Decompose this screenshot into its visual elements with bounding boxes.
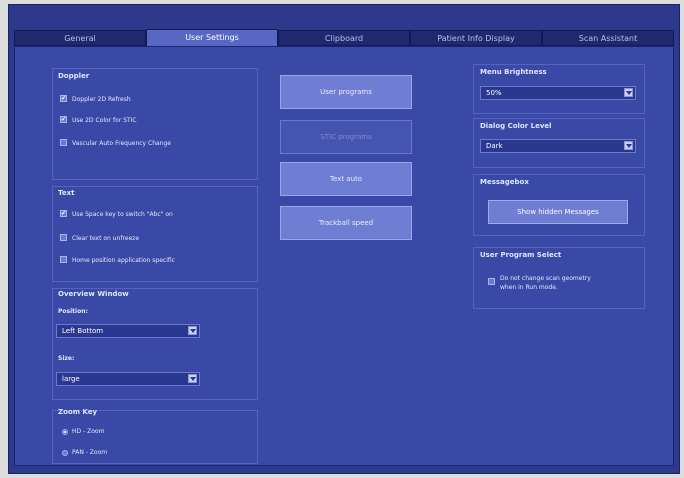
space-key-abc-checkbox[interactable]: ✔ (60, 210, 67, 217)
do-not-change-scan-geometry-checkbox[interactable] (488, 278, 495, 285)
chevron-down-icon[interactable] (188, 374, 197, 383)
clear-text-unfreeze-label: Clear text on unfreeze (72, 235, 140, 242)
clear-text-unfreeze-checkbox[interactable] (60, 234, 67, 241)
hd-zoom-radio[interactable] (62, 429, 68, 435)
chevron-down-icon[interactable] (624, 141, 633, 150)
chevron-down-icon[interactable] (624, 88, 633, 97)
zoom-key-title: Zoom Key (58, 408, 98, 416)
doppler-title: Doppler (58, 72, 90, 80)
text-title: Text (58, 189, 75, 197)
vascular-auto-frequency-label: Vascular Auto Frequency Change (72, 140, 171, 147)
menu-brightness-dropdown[interactable]: 50% (480, 86, 636, 100)
size-dropdown[interactable]: large (56, 372, 200, 386)
chevron-down-icon[interactable] (188, 326, 197, 335)
do-not-change-scan-geometry-label: Do not change scan geometry (500, 275, 591, 282)
overview-window-title: Overview Window (58, 290, 129, 298)
doppler-2d-refresh-checkbox[interactable]: ✔ (60, 95, 67, 102)
text-group (52, 186, 258, 282)
pan-zoom-radio[interactable] (62, 450, 68, 456)
tab-bar: General User Settings Clipboard Patient … (14, 29, 674, 47)
doppler-2d-refresh-label: Doppler 2D Refresh (72, 96, 131, 103)
stic-programs-button[interactable]: STIC programs (280, 120, 412, 154)
tab-scan-assistant[interactable]: Scan Assistant (542, 30, 674, 46)
home-position-checkbox[interactable] (60, 256, 67, 263)
dialog-color-value: Dark (486, 142, 503, 150)
dialog-color-title: Dialog Color Level (480, 122, 552, 130)
dialog-color-dropdown[interactable]: Dark (480, 139, 636, 153)
hd-zoom-label: HD - Zoom (72, 428, 105, 435)
space-key-abc-label: Use Space key to switch "Abc" on (72, 211, 173, 218)
messagebox-title: Messagebox (480, 178, 529, 186)
menu-brightness-title: Menu Brightness (480, 68, 547, 76)
position-label: Position: (58, 308, 88, 315)
pan-zoom-label: PAN - Zoom (72, 449, 108, 456)
doppler-group (52, 68, 258, 180)
user-program-select-title: User Program Select (480, 251, 562, 259)
trackball-speed-button[interactable]: Trackball speed (280, 206, 412, 240)
user-programs-button[interactable]: User programs (280, 75, 412, 109)
use-2d-color-stic-checkbox[interactable]: ✔ (60, 116, 67, 123)
menu-brightness-value: 50% (486, 89, 502, 97)
vascular-auto-frequency-checkbox[interactable] (60, 139, 67, 146)
position-dropdown[interactable]: Left Bottom (56, 324, 200, 338)
when-in-run-mode-label: when in Run mode. (500, 284, 558, 291)
show-hidden-messages-button[interactable]: Show hidden Messages (488, 200, 628, 224)
size-label: Size: (58, 355, 75, 362)
text-auto-button[interactable]: Text auto (280, 162, 412, 196)
use-2d-color-stic-label: Use 2D Color for STIC (72, 117, 137, 124)
size-value: large (62, 375, 80, 383)
tab-patient-info-display[interactable]: Patient Info Display (410, 30, 542, 46)
tab-general[interactable]: General (14, 30, 146, 46)
position-value: Left Bottom (62, 327, 104, 335)
tab-user-settings[interactable]: User Settings (146, 29, 278, 47)
tab-clipboard[interactable]: Clipboard (278, 30, 410, 46)
home-position-label: Home position application specific (72, 257, 175, 264)
